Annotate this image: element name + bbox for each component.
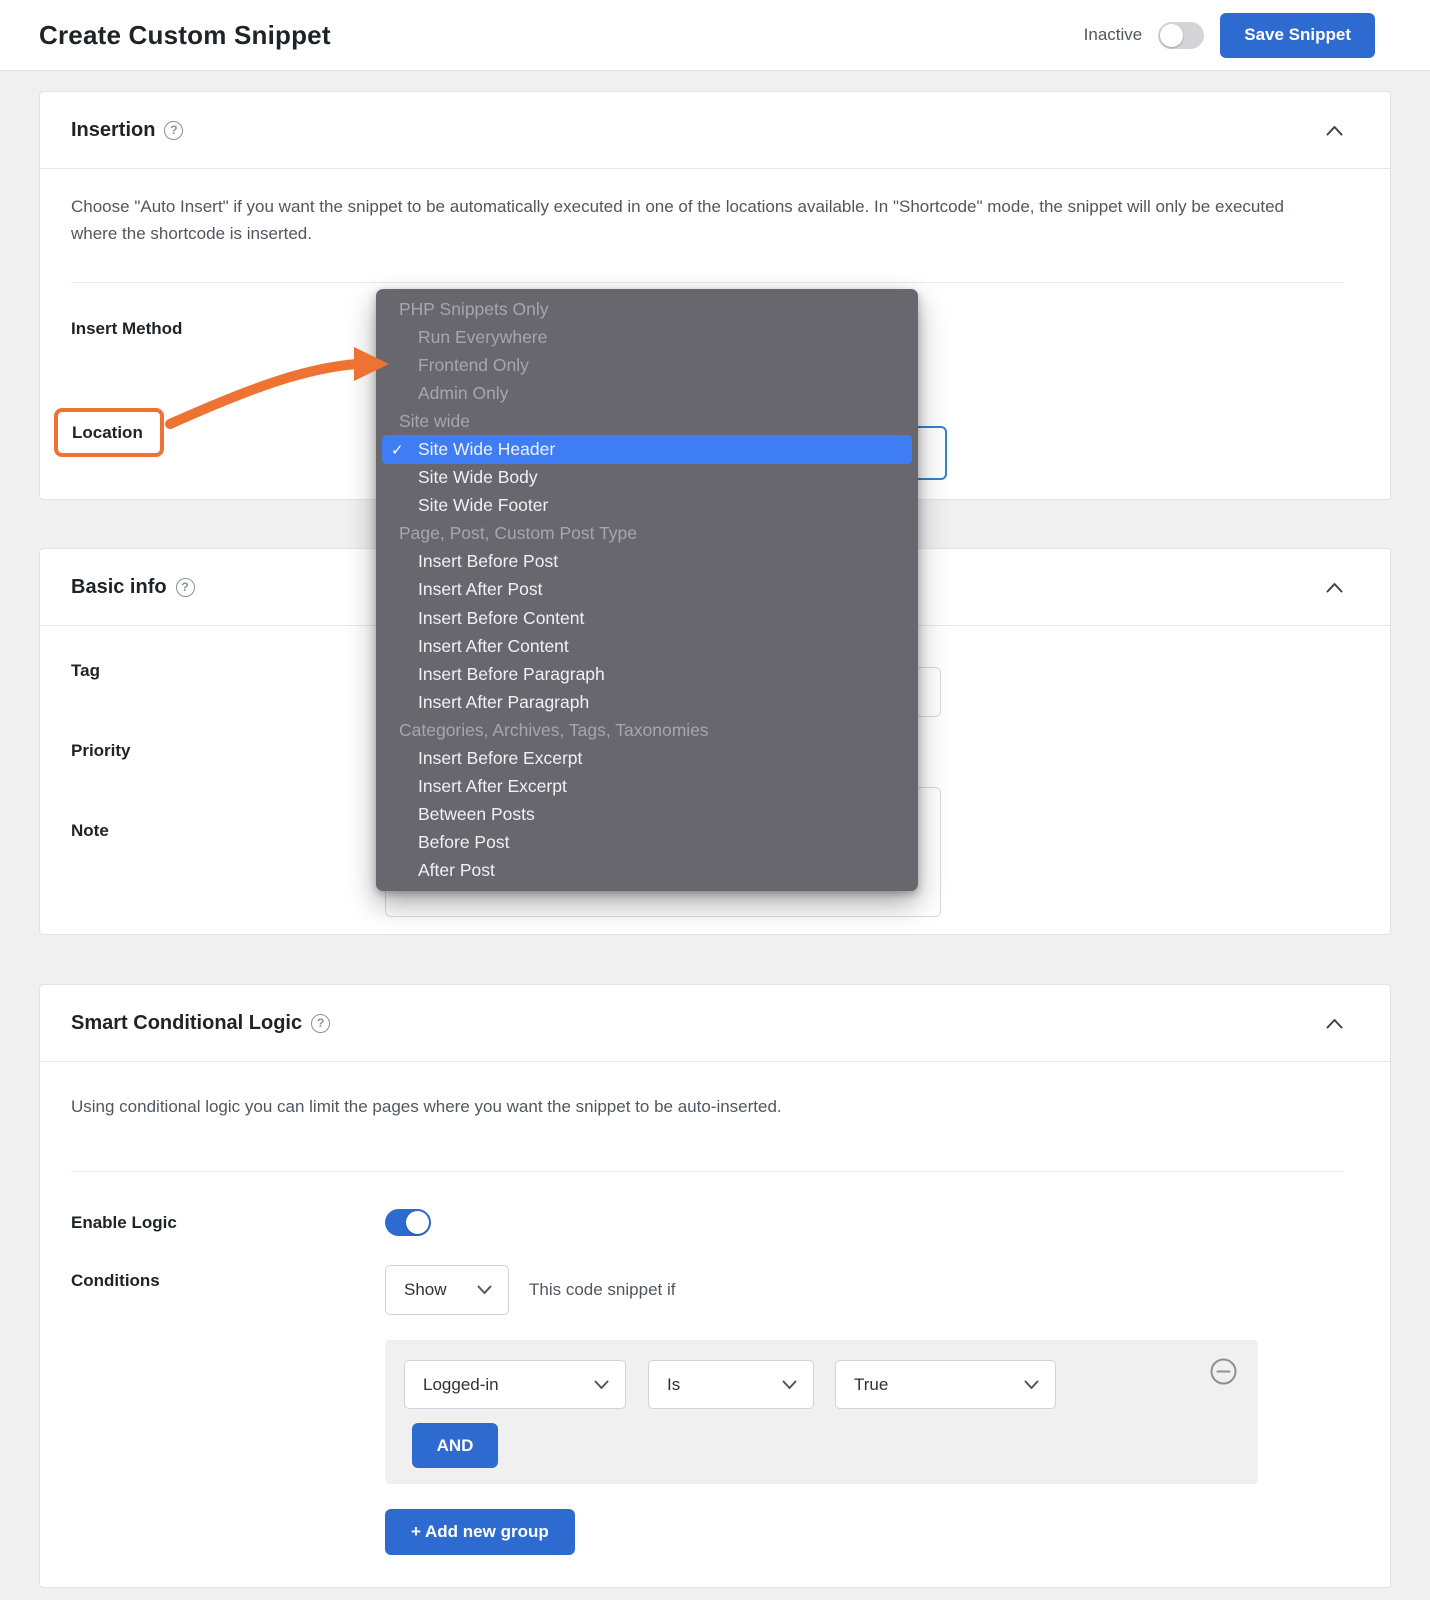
divider bbox=[71, 282, 1343, 283]
dropdown-option-label: After Post bbox=[418, 860, 495, 881]
condition-group: Logged-in Is True AND bbox=[385, 1340, 1258, 1484]
dropdown-option-label: Site Wide Footer bbox=[418, 495, 548, 516]
add-new-group-button[interactable]: + Add new group bbox=[385, 1509, 575, 1555]
dropdown-option[interactable]: ✓ Site Wide Header bbox=[382, 435, 912, 463]
insertion-title: Insertion bbox=[71, 119, 155, 142]
dropdown-option-label: Before Post bbox=[418, 832, 509, 853]
dropdown-option[interactable]: After Post bbox=[376, 857, 918, 885]
condition-field-value: Logged-in bbox=[423, 1375, 499, 1395]
show-hide-value: Show bbox=[404, 1280, 447, 1300]
toggle-knob bbox=[406, 1211, 429, 1234]
condition-hint: This code snippet if bbox=[529, 1280, 675, 1300]
chevron-down-icon bbox=[594, 1380, 609, 1390]
location-dropdown-menu: PHP Snippets Only Run Everywhere Frontend … bbox=[376, 289, 918, 891]
dropdown-option[interactable]: Insert Before Post bbox=[376, 548, 918, 576]
save-snippet-button[interactable]: Save Snippet bbox=[1220, 13, 1375, 58]
dropdown-option-label: Insert After Paragraph bbox=[418, 692, 589, 713]
status-label: Inactive bbox=[1084, 25, 1143, 45]
dropdown-option-label: Insert Before Content bbox=[418, 608, 584, 629]
and-button[interactable]: AND bbox=[412, 1423, 498, 1468]
insertion-description: Choose "Auto Insert" if you want the sni… bbox=[71, 193, 1320, 247]
insertion-header: Insertion ? bbox=[40, 92, 1390, 169]
page-title: Create Custom Snippet bbox=[39, 20, 331, 51]
dropdown-option-label: Frontend Only bbox=[418, 355, 529, 376]
dropdown-group-label: Categories, Archives, Tags, Taxonomies bbox=[376, 716, 918, 744]
location-label: Location bbox=[72, 423, 143, 443]
dropdown-option[interactable]: Site Wide Body bbox=[376, 464, 918, 492]
dropdown-option[interactable]: Insert After Paragraph bbox=[376, 688, 918, 716]
dropdown-option[interactable]: Insert Before Content bbox=[376, 604, 918, 632]
conditional-logic-section: Smart Conditional Logic ? Using conditio… bbox=[39, 984, 1391, 1588]
dropdown-option: Run Everywhere bbox=[376, 323, 918, 351]
dropdown-option-label: Site Wide Body bbox=[418, 467, 538, 488]
check-icon: ✓ bbox=[391, 441, 404, 459]
dropdown-option-label: Insert Before Paragraph bbox=[418, 664, 605, 685]
active-toggle[interactable] bbox=[1158, 22, 1204, 49]
condition-field-select[interactable]: Logged-in bbox=[404, 1360, 626, 1409]
divider bbox=[71, 1171, 1343, 1172]
dropdown-option-label: Insert After Excerpt bbox=[418, 776, 567, 797]
basic-info-title: Basic info bbox=[71, 576, 167, 599]
priority-label: Priority bbox=[71, 741, 131, 761]
dropdown-option: Frontend Only bbox=[376, 351, 918, 379]
dropdown-option[interactable]: Before Post bbox=[376, 829, 918, 857]
chevron-up-icon[interactable] bbox=[1326, 1018, 1343, 1029]
toggle-knob bbox=[1160, 24, 1183, 47]
dropdown-option-label: Between Posts bbox=[418, 804, 535, 825]
remove-condition-icon[interactable] bbox=[1210, 1358, 1237, 1385]
dropdown-option-label: Insert After Content bbox=[418, 636, 569, 657]
dropdown-option[interactable]: Insert After Post bbox=[376, 576, 918, 604]
chevron-down-icon bbox=[1024, 1380, 1039, 1390]
dropdown-option-label: Categories, Archives, Tags, Taxonomies bbox=[399, 720, 709, 741]
dropdown-option: Admin Only bbox=[376, 379, 918, 407]
conditional-logic-header: Smart Conditional Logic ? bbox=[40, 985, 1390, 1062]
location-highlight-box: Location bbox=[54, 408, 164, 457]
tag-label: Tag bbox=[71, 661, 100, 681]
annotation-arrow-icon bbox=[135, 344, 397, 436]
dropdown-group-label: Site wide bbox=[376, 407, 918, 435]
dropdown-option[interactable]: Insert After Excerpt bbox=[376, 773, 918, 801]
dropdown-option-label: Insert After Post bbox=[418, 579, 543, 600]
help-icon[interactable]: ? bbox=[164, 121, 183, 140]
logic-description: Using conditional logic you can limit th… bbox=[71, 1093, 1320, 1120]
insert-method-label: Insert Method bbox=[71, 319, 182, 339]
top-bar: Create Custom Snippet Inactive Save Snip… bbox=[0, 0, 1430, 71]
condition-value: True bbox=[854, 1375, 888, 1395]
condition-operator-select[interactable]: Is bbox=[648, 1360, 814, 1409]
dropdown-option[interactable]: Insert After Content bbox=[376, 632, 918, 660]
dropdown-option-label: Run Everywhere bbox=[418, 327, 547, 348]
dropdown-option[interactable]: Insert Before Paragraph bbox=[376, 660, 918, 688]
page: Create Custom Snippet Inactive Save Snip… bbox=[0, 0, 1430, 1600]
dropdown-option[interactable]: Insert Before Excerpt bbox=[376, 745, 918, 773]
dropdown-option[interactable]: Site Wide Footer bbox=[376, 492, 918, 520]
help-icon[interactable]: ? bbox=[176, 578, 195, 597]
chevron-up-icon[interactable] bbox=[1326, 582, 1343, 593]
dropdown-option-label: PHP Snippets Only bbox=[399, 299, 548, 320]
dropdown-option-label: Site Wide Header bbox=[418, 439, 555, 460]
dropdown-option-label: Insert Before Excerpt bbox=[418, 748, 582, 769]
conditional-logic-title: Smart Conditional Logic bbox=[71, 1012, 302, 1035]
enable-logic-label: Enable Logic bbox=[71, 1213, 177, 1233]
dropdown-option-label: Site wide bbox=[399, 411, 470, 432]
condition-operator-value: Is bbox=[667, 1375, 680, 1395]
enable-logic-toggle[interactable] bbox=[385, 1209, 431, 1236]
show-hide-select[interactable]: Show bbox=[385, 1265, 509, 1315]
top-bar-actions: Inactive Save Snippet bbox=[1084, 13, 1375, 58]
dropdown-option-label: Admin Only bbox=[418, 383, 508, 404]
chevron-down-icon bbox=[782, 1380, 797, 1390]
condition-value-select[interactable]: True bbox=[835, 1360, 1056, 1409]
help-icon[interactable]: ? bbox=[311, 1014, 330, 1033]
dropdown-group-label: PHP Snippets Only bbox=[376, 295, 918, 323]
chevron-down-icon bbox=[477, 1285, 492, 1295]
dropdown-option-label: Page, Post, Custom Post Type bbox=[399, 523, 637, 544]
conditions-label: Conditions bbox=[71, 1271, 160, 1291]
dropdown-option[interactable]: Between Posts bbox=[376, 801, 918, 829]
dropdown-group-label: Page, Post, Custom Post Type bbox=[376, 520, 918, 548]
chevron-up-icon[interactable] bbox=[1326, 125, 1343, 136]
note-label: Note bbox=[71, 821, 109, 841]
dropdown-option-label: Insert Before Post bbox=[418, 551, 558, 572]
